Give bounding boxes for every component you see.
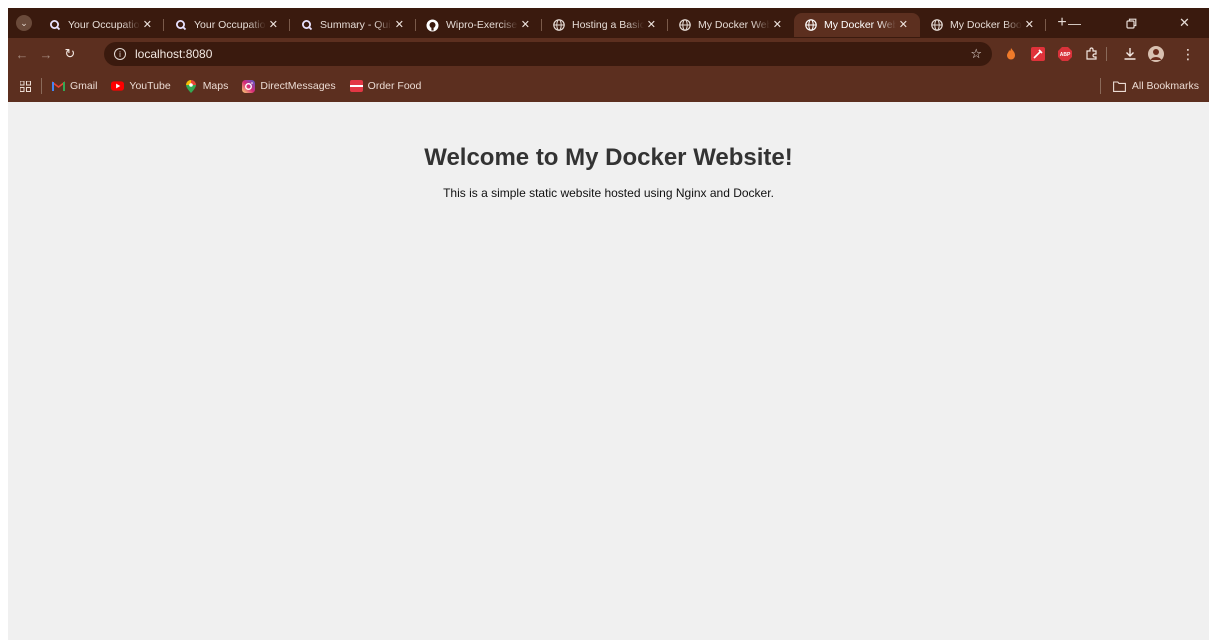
- tab-4[interactable]: Hosting a Basic Website ✕: [542, 13, 668, 37]
- globe-icon: [678, 19, 691, 32]
- folder-icon: [1112, 80, 1126, 92]
- tab-title: My Docker Bootstrap: [950, 19, 1022, 31]
- bookmarks-bar: Gmail YouTube Maps DirectMessages Order …: [8, 70, 1209, 102]
- tab-2[interactable]: Summary - Quizizz ✕: [290, 13, 416, 37]
- instagram-icon: [242, 79, 256, 93]
- bookmark-star-icon[interactable]: ☆: [970, 46, 982, 62]
- arrow-right-icon: →: [39, 46, 53, 62]
- profile-avatar[interactable]: [1148, 46, 1164, 62]
- tab-title: My Docker Website: [698, 19, 770, 31]
- address-url: localhost:8080: [135, 47, 213, 61]
- tab-title: Your Occupation: [194, 19, 266, 31]
- tab-1[interactable]: Your Occupation ✕: [164, 13, 290, 37]
- reload-icon: ↻: [64, 46, 76, 61]
- bookmark-label: Maps: [202, 80, 229, 92]
- all-bookmarks-label: All Bookmarks: [1131, 80, 1199, 92]
- forward-button[interactable]: →: [34, 47, 58, 62]
- close-icon[interactable]: ✕: [773, 18, 782, 31]
- gmail-icon: [52, 80, 65, 93]
- bookmark-label: Order Food: [367, 80, 422, 92]
- close-icon[interactable]: ✕: [521, 18, 530, 31]
- globe-icon: [930, 19, 943, 32]
- close-window-button[interactable]: ✕: [1179, 8, 1190, 38]
- restore-icon: [1126, 18, 1137, 29]
- maps-icon: [185, 79, 198, 93]
- address-bar[interactable]: i localhost:8080 ☆: [104, 42, 992, 66]
- close-icon[interactable]: ✕: [647, 18, 656, 31]
- close-icon[interactable]: ✕: [269, 18, 278, 31]
- food-icon: [349, 80, 363, 93]
- extension-tool-icon[interactable]: [1030, 46, 1046, 62]
- quizizz-q-icon: [48, 19, 61, 32]
- all-bookmarks-button[interactable]: All Bookmarks: [1099, 70, 1199, 102]
- close-icon[interactable]: ✕: [899, 18, 908, 31]
- tab-title: My Docker Website: [824, 19, 896, 31]
- globe-icon: [552, 19, 565, 32]
- download-icon[interactable]: [1122, 46, 1138, 62]
- extensions-puzzle-icon[interactable]: [1084, 46, 1100, 62]
- tab-3[interactable]: Wipro-Exercises ✕: [416, 13, 542, 37]
- tab-0[interactable]: Your Occupation ✕: [38, 13, 164, 37]
- tab-title: Hosting a Basic Website: [572, 19, 644, 31]
- close-icon[interactable]: ✕: [1025, 18, 1034, 31]
- menu-kebab-icon[interactable]: ⋮: [1180, 46, 1196, 62]
- close-icon[interactable]: ✕: [395, 18, 404, 31]
- bookmark-gmail[interactable]: Gmail: [52, 80, 97, 93]
- bookmark-divider: [1099, 78, 1101, 94]
- restore-button[interactable]: [1126, 8, 1137, 38]
- bookmark-label: DirectMessages: [260, 80, 336, 92]
- chevron-down-icon: ⌄: [20, 17, 28, 28]
- minimize-button[interactable]: —: [1068, 8, 1081, 38]
- quizizz-q-icon: [300, 19, 313, 32]
- site-info-icon[interactable]: i: [114, 48, 126, 60]
- back-button[interactable]: ←: [10, 47, 34, 62]
- tab-5[interactable]: My Docker Website ✕: [668, 13, 794, 37]
- svg-text:ABP: ABP: [1060, 52, 1071, 58]
- browser-toolbar: ← → ↻ i localhost:8080 ☆ ABP ⋮: [8, 38, 1209, 70]
- page-paragraph: This is a simple static website hosted u…: [443, 186, 774, 200]
- extension-fire-icon[interactable]: [1003, 46, 1019, 62]
- tab-title: Your Occupation: [68, 19, 140, 31]
- close-icon[interactable]: ✕: [143, 18, 152, 31]
- arrow-left-icon: ←: [15, 46, 29, 62]
- tab-separator: [1045, 19, 1046, 31]
- close-icon: ✕: [1179, 15, 1190, 30]
- globe-icon: [804, 19, 817, 32]
- bookmark-order-food[interactable]: Order Food: [349, 80, 422, 93]
- tab-title: Wipro-Exercises: [446, 19, 518, 31]
- bookmark-maps[interactable]: Maps: [185, 79, 229, 93]
- tab-7[interactable]: My Docker Bootstrap ✕: [920, 13, 1046, 37]
- toolbar-divider: [1106, 47, 1107, 61]
- tab-strip: ⌄ Your Occupation ✕ Your Occupation ✕ Su…: [8, 8, 1209, 38]
- apps-grid-icon: [20, 80, 31, 92]
- page-content: Welcome to My Docker Website! This is a …: [8, 102, 1209, 640]
- browser-window: ⌄ Your Occupation ✕ Your Occupation ✕ Su…: [8, 8, 1209, 640]
- bookmark-divider: [41, 78, 42, 94]
- quizizz-q-icon: [174, 19, 187, 32]
- tab-title: Summary - Quizizz: [320, 19, 392, 31]
- youtube-icon: [111, 80, 125, 93]
- tab-6-active[interactable]: My Docker Website ✕: [794, 13, 920, 37]
- github-icon: [426, 19, 439, 32]
- bookmark-label: YouTube: [129, 80, 171, 92]
- bookmark-youtube[interactable]: YouTube: [111, 80, 171, 93]
- minimize-icon: —: [1068, 15, 1081, 31]
- page-heading: Welcome to My Docker Website!: [424, 144, 793, 171]
- apps-button[interactable]: [20, 80, 31, 92]
- reload-button[interactable]: ↻: [58, 46, 82, 62]
- adblock-plus-icon[interactable]: ABP: [1057, 46, 1073, 62]
- tab-search-button[interactable]: ⌄: [16, 15, 32, 31]
- bookmark-label: Gmail: [70, 80, 98, 92]
- bookmark-directmessages[interactable]: DirectMessages: [242, 79, 336, 93]
